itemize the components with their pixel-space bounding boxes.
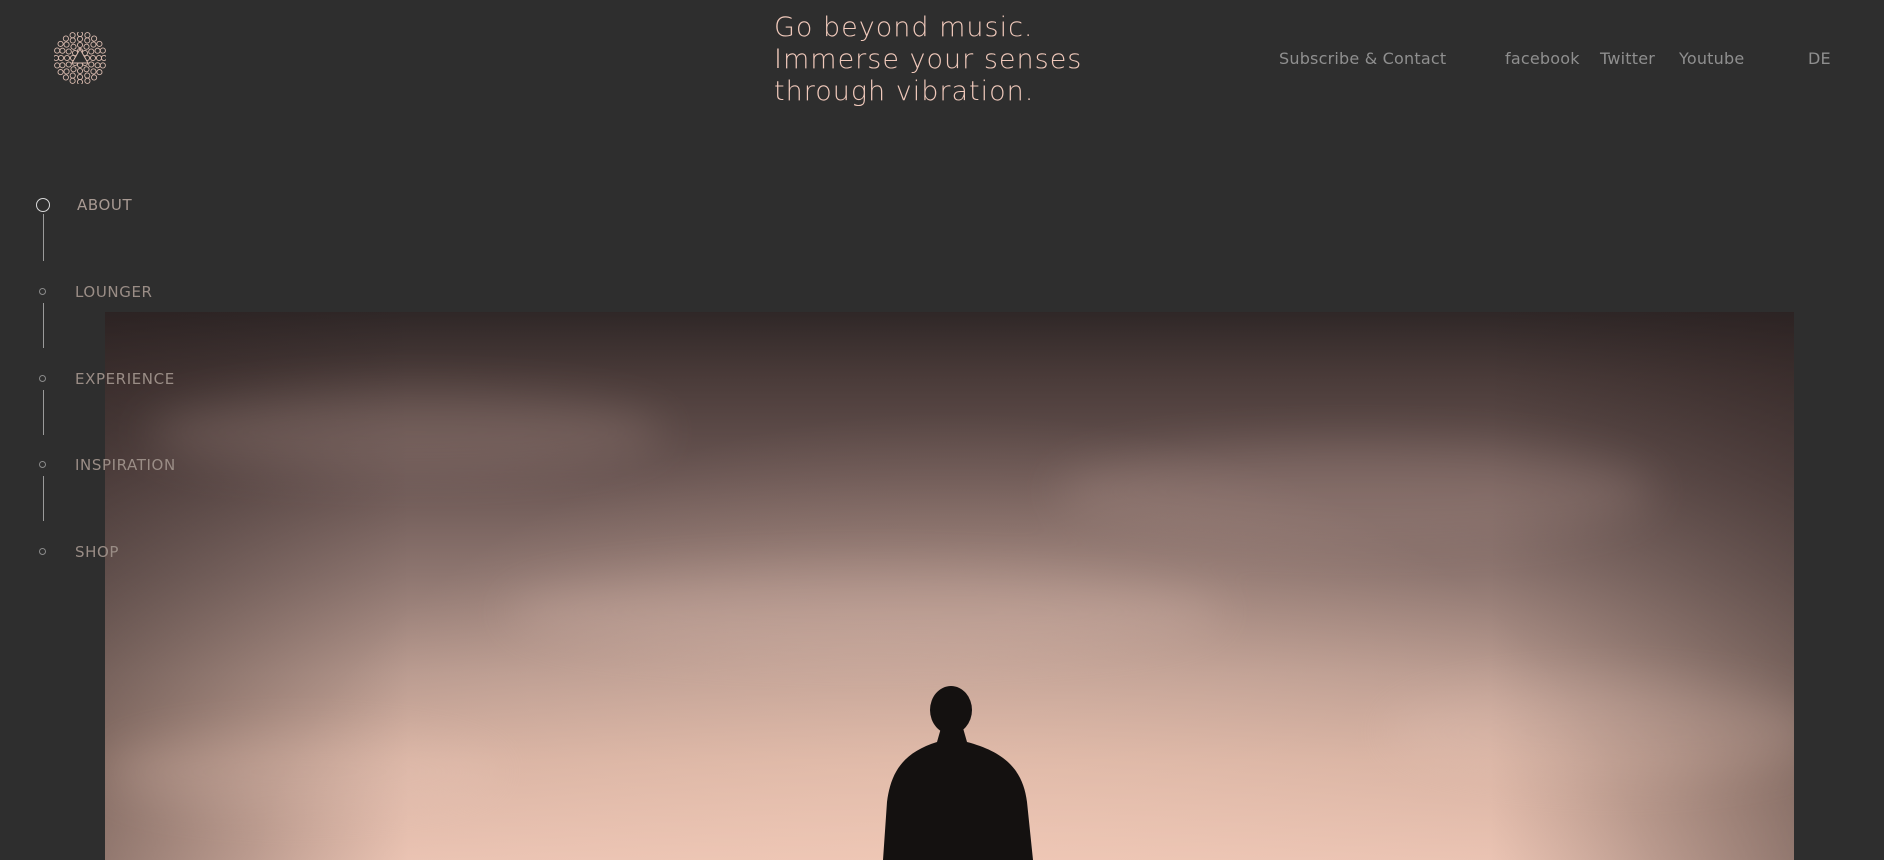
nav-dot-icon bbox=[39, 548, 46, 555]
nav-dot-icon bbox=[39, 375, 46, 382]
nav-connector-line bbox=[43, 476, 44, 521]
nav-item-label: ABOUT bbox=[77, 196, 133, 214]
tagline-line-2: Immerse your senses bbox=[774, 44, 1083, 75]
page: Go beyond music. Immerse your senses thr… bbox=[0, 0, 1884, 860]
twitter-link[interactable]: Twitter bbox=[1600, 49, 1655, 68]
tagline-line-3: through vibration. bbox=[774, 76, 1035, 107]
nav-item-label: EXPERIENCE bbox=[75, 370, 175, 388]
logo-icon[interactable] bbox=[52, 30, 108, 86]
facebook-link[interactable]: facebook bbox=[1505, 49, 1580, 68]
nav-dot-active-icon bbox=[36, 198, 50, 212]
nav-dot-icon bbox=[39, 461, 46, 468]
nav-dot-icon bbox=[39, 288, 46, 295]
tagline-line-1: Go beyond music. bbox=[774, 12, 1034, 43]
nav-connector-line bbox=[43, 214, 44, 261]
person-figure bbox=[883, 686, 1033, 860]
nav-item-label: INSPIRATION bbox=[75, 456, 176, 474]
nav-item-label: LOUNGER bbox=[75, 283, 153, 301]
nav-connector-line bbox=[43, 303, 44, 348]
subscribe-contact-link[interactable]: Subscribe & Contact bbox=[1279, 49, 1446, 68]
person-silhouette bbox=[105, 392, 1794, 860]
hero-image bbox=[105, 312, 1794, 860]
youtube-link[interactable]: Youtube bbox=[1679, 49, 1744, 68]
language-switch[interactable]: DE bbox=[1808, 49, 1831, 68]
nav-connector-line bbox=[43, 390, 44, 435]
tagline: Go beyond music. Immerse your senses thr… bbox=[774, 12, 1082, 108]
nav-item-label: SHOP bbox=[75, 543, 120, 561]
